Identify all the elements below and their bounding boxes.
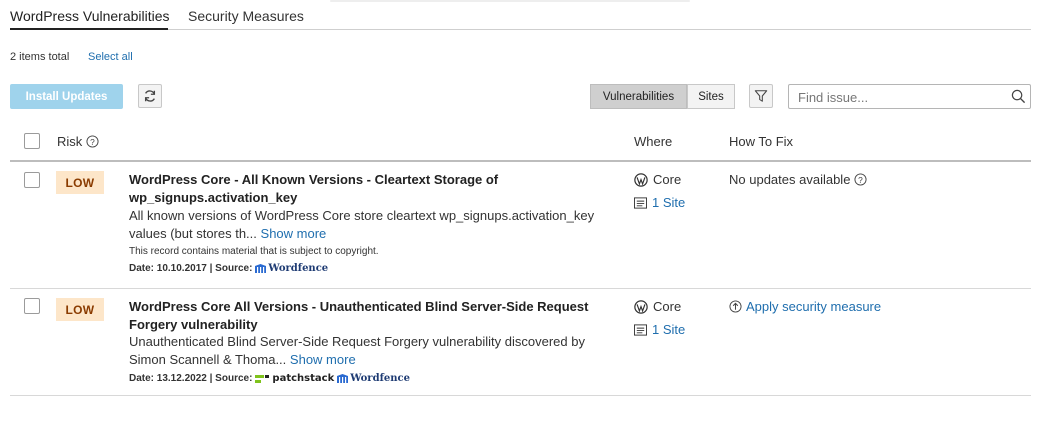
search-icon[interactable]: [1011, 89, 1026, 104]
vulnerability-title: WordPress Core All Versions - Unauthenti…: [129, 299, 589, 332]
install-updates-button[interactable]: Install Updates: [10, 84, 123, 109]
where-core: Core: [634, 299, 681, 314]
where-label: Core: [653, 299, 682, 314]
vulnerability-description: All known versions of WordPress Core sto…: [129, 207, 609, 243]
patchstack-icon: [255, 374, 270, 383]
vulnerability-description: Unauthenticated Blind Server-Side Reques…: [129, 333, 609, 369]
row-divider: [10, 288, 1031, 289]
search-box: [788, 84, 1031, 109]
where-core: Core: [634, 172, 681, 187]
where-label: Core: [653, 172, 682, 187]
filter-icon: [754, 90, 768, 102]
patchstack-logo: patchstack: [255, 373, 334, 384]
date-source: Date: 10.10.2017 | Source: Wordfence: [129, 263, 328, 274]
wordfence-logo: Wordfence: [337, 373, 410, 384]
vulnerability-title: WordPress Core - All Known Versions - Cl…: [129, 172, 499, 205]
wordpress-icon: [634, 299, 648, 314]
refresh-button[interactable]: [138, 84, 162, 108]
refresh-icon: [144, 90, 156, 102]
wordfence-label: Wordfence: [350, 373, 410, 384]
apply-security-measure-link[interactable]: Apply security measure: [729, 299, 881, 314]
row-checkbox[interactable]: [24, 172, 40, 188]
sites-list-icon: [634, 196, 647, 209]
svg-text:?: ?: [859, 175, 864, 185]
show-more-link[interactable]: Show more: [261, 226, 327, 241]
sites-link[interactable]: 1 Site: [634, 195, 685, 210]
view-vulnerabilities-toggle[interactable]: Vulnerabilities: [590, 84, 687, 109]
risk-badge-low: LOW: [56, 171, 104, 194]
row-divider: [10, 395, 1031, 396]
show-more-link[interactable]: Show more: [290, 352, 356, 367]
copyright-note: This record contains material that is su…: [129, 246, 379, 257]
help-icon[interactable]: ?: [86, 135, 99, 148]
column-risk[interactable]: Risk ?: [57, 134, 99, 149]
patchstack-label: patchstack: [272, 373, 335, 384]
column-how-to-fix: How To Fix: [729, 134, 794, 149]
apply-security-measure-label[interactable]: Apply security measure: [746, 299, 881, 314]
description-text: Unauthenticated Blind Server-Side Reques…: [129, 334, 585, 367]
description-text: All known versions of WordPress Core sto…: [129, 208, 595, 241]
items-total: 2 items total: [10, 51, 70, 63]
wordpress-icon: [634, 172, 648, 187]
top-shadow: [330, 0, 690, 2]
sites-list-icon: [634, 323, 647, 336]
date-label: Date: 13.12.2022 | Source:: [129, 373, 253, 384]
wordfence-icon: [255, 264, 267, 273]
filter-button[interactable]: [749, 84, 773, 108]
how-to-fix: No updates available ?: [729, 172, 867, 187]
tab-wordpress-vulnerabilities[interactable]: WordPress Vulnerabilities: [10, 8, 170, 24]
column-risk-label: Risk: [57, 134, 83, 149]
sites-link-label[interactable]: 1 Site: [652, 322, 685, 337]
active-tab-indicator: [10, 28, 168, 30]
help-icon[interactable]: ?: [854, 173, 867, 186]
fix-text: No updates available: [729, 172, 851, 187]
row-checkbox[interactable]: [24, 298, 40, 314]
select-all-checkbox[interactable]: [24, 133, 40, 149]
view-sites-toggle[interactable]: Sites: [687, 84, 735, 109]
date-label: Date: 10.10.2017 | Source:: [129, 263, 253, 274]
header-divider: [10, 160, 1031, 162]
sites-link[interactable]: 1 Site: [634, 322, 685, 337]
wordfence-logo: Wordfence: [255, 263, 328, 274]
wordfence-label: Wordfence: [268, 263, 329, 274]
wordfence-icon: [337, 374, 349, 383]
date-source: Date: 13.12.2022 | Source: patchstack Wo…: [129, 373, 410, 384]
risk-badge-low: LOW: [56, 298, 104, 321]
select-all-link[interactable]: Select all: [88, 51, 133, 63]
sites-link-label[interactable]: 1 Site: [652, 195, 685, 210]
arrow-up-circle-icon: [729, 300, 742, 313]
search-input[interactable]: [796, 86, 1005, 109]
svg-text:?: ?: [90, 137, 95, 147]
tab-security-measures[interactable]: Security Measures: [188, 8, 304, 24]
column-where: Where: [634, 134, 673, 149]
